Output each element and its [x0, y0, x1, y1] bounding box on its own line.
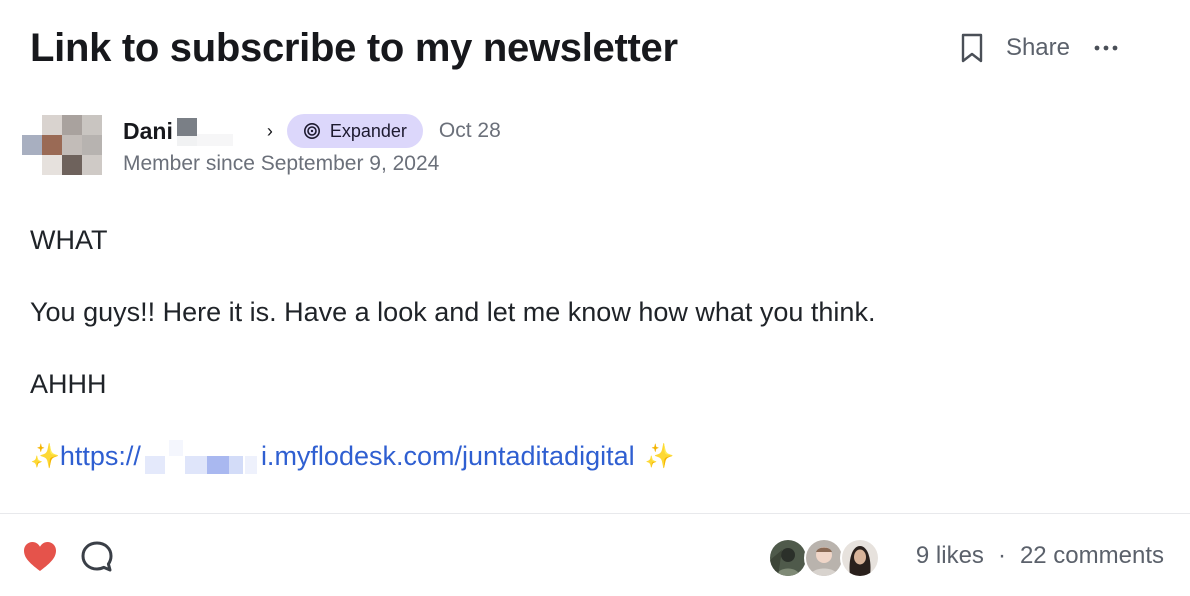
post-date: Oct 28 — [438, 119, 501, 142]
author-line: Dani › Expander Oct 28 — [123, 112, 501, 150]
badge-label: Expander — [329, 120, 407, 141]
badge-spiral-icon — [303, 123, 320, 139]
share-button[interactable]: Share — [1006, 34, 1070, 62]
liker-avatar — [768, 538, 808, 578]
like-button[interactable] — [22, 540, 58, 574]
sparkle-emoji: ✨ — [30, 442, 60, 470]
member-since: Member since September 9, 2024 — [123, 152, 440, 175]
header-actions: Share — [958, 30, 1120, 66]
body-line: AHHH — [30, 369, 107, 399]
liker-avatar — [804, 538, 844, 578]
link-line: ✨ https:// i.myflodesk.com/juntaditadigi… — [30, 438, 875, 474]
level-badge[interactable]: Expander — [286, 114, 423, 148]
likes-count[interactable]: 9 likes — [916, 542, 984, 570]
comment-button[interactable] — [80, 540, 114, 574]
body-line: WHAT — [30, 225, 108, 255]
link-suffix: i.myflodesk.com/juntaditadigital — [260, 440, 635, 471]
liker-avatar — [840, 538, 880, 578]
newsletter-link[interactable]: https:// i.myflodesk.com/juntaditadigita… — [60, 438, 635, 474]
bookmark-icon — [961, 33, 983, 63]
bookmark-button[interactable] — [958, 30, 986, 66]
comment-icon — [81, 541, 113, 572]
redacted-name — [175, 114, 261, 148]
more-icon — [1094, 45, 1118, 51]
liker-avatars[interactable] — [768, 538, 880, 578]
author-name[interactable]: Dani — [123, 118, 173, 145]
footer-divider — [0, 513, 1190, 514]
redacted-link — [141, 438, 261, 474]
name-chevron: › — [266, 120, 273, 141]
link-prefix: https:// — [59, 440, 141, 471]
engagement-counts: 9 likes · 22 comments — [916, 542, 1164, 570]
post-title: Link to subscribe to my newsletter — [30, 26, 678, 70]
post-footer: 9 likes · 22 comments — [0, 530, 1190, 586]
post-body: WHAT You guys!! Here it is. Have a look … — [30, 222, 875, 474]
heart-icon — [24, 542, 56, 571]
author-avatar[interactable] — [22, 115, 102, 175]
separator-dot: · — [997, 542, 1006, 569]
sparkle-emoji: ✨ — [644, 442, 675, 470]
more-options-button[interactable] — [1092, 30, 1120, 66]
comments-count[interactable]: 22 comments — [1020, 542, 1164, 570]
body-line: You guys!! Here it is. Have a look and l… — [30, 297, 876, 327]
